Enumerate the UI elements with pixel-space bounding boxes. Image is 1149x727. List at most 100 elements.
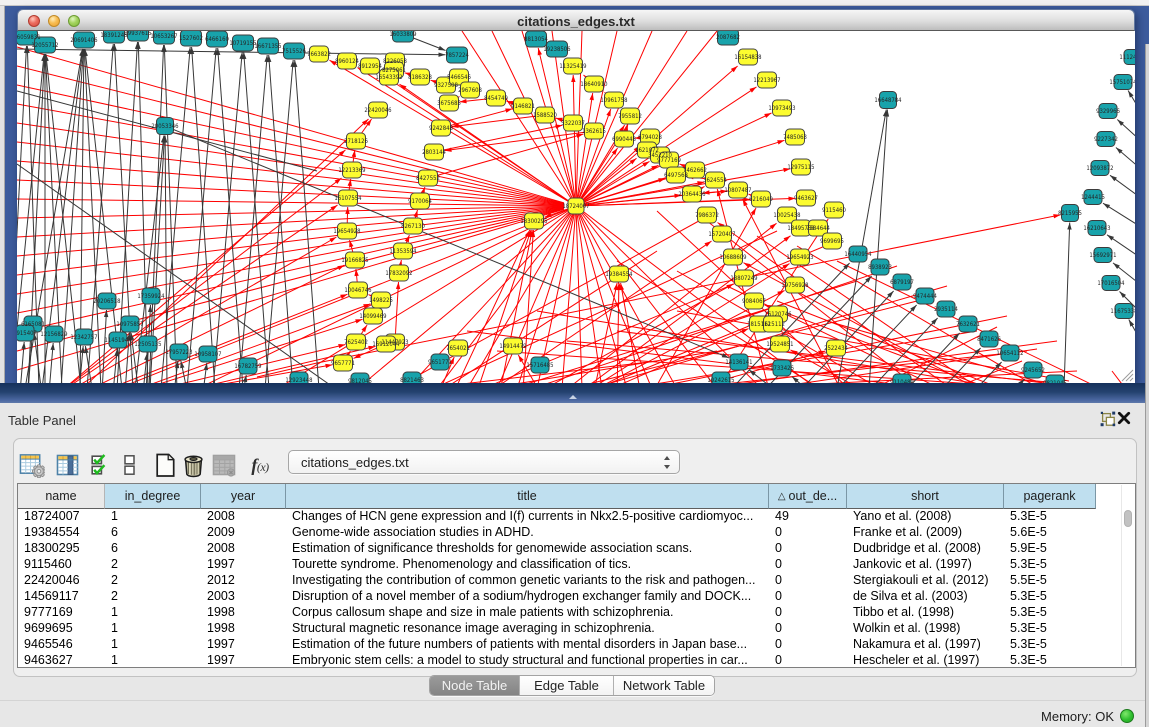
table-cell[interactable]: 5.3E-5 (1004, 589, 1096, 605)
table-cell[interactable]: 1997 (201, 653, 286, 668)
graph-edge[interactable] (218, 48, 243, 383)
table-cell[interactable]: 5.6E-5 (1004, 525, 1096, 541)
table-cell[interactable]: 19384554 (18, 525, 105, 541)
table-cell[interactable]: 18724007 (18, 509, 105, 525)
table-cell[interactable]: 6 (105, 541, 201, 557)
table-cell[interactable]: 49 (769, 509, 847, 525)
table-cell[interactable]: 9115460 (18, 557, 105, 573)
column-header-in_degree[interactable]: in_degree (105, 484, 201, 509)
table-cell[interactable]: de Silva et al. (2003) (847, 589, 1004, 605)
table-cell[interactable]: Estimation of significance thresholds fo… (286, 541, 769, 557)
graph-edge[interactable] (17, 199, 564, 206)
graph-edge[interactable] (149, 45, 164, 383)
table-cell[interactable]: 14569117 (18, 589, 105, 605)
table-cell[interactable]: 5.3E-5 (1004, 653, 1096, 668)
graph-edge[interactable] (452, 115, 546, 127)
table-cell[interactable]: 1997 (201, 557, 286, 573)
function-builder-icon[interactable]: f(x) (247, 450, 273, 480)
table-cell[interactable]: Stergiakouli et al. (2012) (847, 573, 1004, 589)
table-cell[interactable]: 2 (105, 573, 201, 589)
graph-edge[interactable] (17, 104, 564, 204)
table-cell[interactable]: Tibbo et al. (1998) (847, 605, 1004, 621)
table-cell[interactable]: 6 (105, 525, 201, 541)
row-height-icon[interactable] (116, 450, 142, 480)
delete-column-icon[interactable] (180, 450, 206, 480)
split-pane-divider[interactable] (0, 383, 1149, 403)
table-cell[interactable]: Yano et al. (2008) (847, 509, 1004, 525)
table-cell[interactable]: Genome-wide association studies in ADHD. (286, 525, 769, 541)
table-cell[interactable]: 1 (105, 509, 201, 525)
graph-edge[interactable] (187, 48, 216, 383)
table-cell[interactable]: Dudbridge et al. (2008) (847, 541, 1004, 557)
graph-edge[interactable] (17, 207, 564, 275)
table-cell[interactable]: 2 (105, 589, 201, 605)
column-header-name[interactable]: name (18, 484, 105, 509)
table-cell[interactable]: 2012 (201, 573, 286, 589)
network-canvas[interactable]: 1605983112055712206914061839124519937615… (17, 31, 1135, 383)
graph-edge[interactable] (576, 148, 618, 206)
table-cell[interactable]: 1 (105, 605, 201, 621)
table-cell[interactable]: 1 (105, 637, 201, 653)
table-cell[interactable]: Tourette syndrome. Phenomenology and cla… (286, 557, 769, 573)
graph-edge[interactable] (922, 361, 1022, 383)
table-cell[interactable]: 9463627 (18, 653, 105, 668)
network-graph[interactable]: 1605983112055712206914061839124519937615… (17, 31, 1135, 383)
table-cell[interactable]: Jankovic et al. (1997) (847, 557, 1004, 573)
graph-edge[interactable] (1064, 223, 1070, 384)
table-cell[interactable]: 1 (105, 621, 201, 637)
table-cell[interactable]: Investigating the contribution of common… (286, 573, 769, 589)
graph-edge[interactable] (213, 52, 242, 383)
table-cell[interactable]: 5.3E-5 (1004, 637, 1096, 653)
graph-edge[interactable] (517, 206, 576, 383)
graph-edge[interactable] (17, 85, 564, 204)
resize-grip-icon[interactable] (1119, 368, 1134, 382)
network-window-titlebar[interactable]: citations_edges.txt (17, 9, 1135, 31)
table-cell[interactable]: 0 (769, 621, 847, 637)
column-header-out_de[interactable]: △out_de... (769, 484, 847, 509)
graph-edge[interactable] (17, 142, 564, 205)
graph-edge[interactable] (102, 310, 107, 383)
table-cell[interactable]: 0 (769, 637, 847, 653)
table-cell[interactable]: 5.9E-5 (1004, 541, 1096, 557)
collapsed-left-panel-edge[interactable] (0, 6, 5, 403)
table-cell[interactable]: Estimation of the future numbers of pati… (286, 637, 769, 653)
scrollbar-thumb[interactable] (1124, 510, 1132, 527)
table-cell[interactable]: 0 (769, 557, 847, 573)
table-cell[interactable]: 18300295 (18, 541, 105, 557)
table-cell[interactable]: 9777169 (18, 605, 105, 621)
table-cell[interactable]: 1 (105, 653, 201, 668)
table-cell[interactable]: Changes of HCN gene expression and I(f) … (286, 509, 769, 525)
table-cell[interactable]: 9465546 (18, 637, 105, 653)
tab-node-table[interactable]: Node Table (430, 676, 520, 695)
table-cell[interactable]: 2009 (201, 525, 286, 541)
table-cell[interactable]: 1998 (201, 605, 286, 621)
table-cell[interactable]: Wolkin et al. (1998) (847, 621, 1004, 637)
import-table-icon[interactable] (211, 450, 237, 480)
table-cell[interactable]: Franke et al. (2009) (847, 525, 1004, 541)
table-cell[interactable]: 5.3E-5 (1004, 605, 1096, 621)
table-cell[interactable]: 0 (769, 525, 847, 541)
select-columns-icon[interactable] (89, 450, 115, 480)
table-settings-icon[interactable] (19, 450, 45, 480)
table-cell[interactable]: 0 (769, 605, 847, 621)
table-cell[interactable]: Hescheler et al. (1997) (847, 653, 1004, 668)
table-cell[interactable]: 22420046 (18, 573, 105, 589)
graph-edge[interactable] (395, 282, 399, 342)
network-table-select[interactable]: citations_edges.txt (288, 450, 680, 474)
graph-edge[interactable] (497, 230, 532, 383)
table-cell[interactable]: Embryonic stem cells: a model to study s… (286, 653, 769, 668)
table-cell[interactable]: Disruption of a novel member of a sodium… (286, 589, 769, 605)
column-header-short[interactable]: short (847, 484, 1004, 509)
column-header-title[interactable]: title (286, 484, 769, 509)
table-cell[interactable]: Structural magnetic resonance image aver… (286, 621, 769, 637)
table-cell[interactable]: 5.5E-5 (1004, 573, 1096, 589)
table-cell[interactable]: 1998 (201, 621, 286, 637)
table-cell[interactable]: Nakamura et al. (1997) (847, 637, 1004, 653)
table-cell[interactable]: 0 (769, 573, 847, 589)
column-header-pagerank[interactable]: pagerank (1004, 484, 1096, 509)
table-cell[interactable]: 2 (105, 557, 201, 573)
table-cell[interactable]: 0 (769, 589, 847, 605)
memory-ok-indicator[interactable] (1120, 709, 1134, 723)
table-cell[interactable]: 5.3E-5 (1004, 621, 1096, 637)
table-cell[interactable]: 2003 (201, 589, 286, 605)
